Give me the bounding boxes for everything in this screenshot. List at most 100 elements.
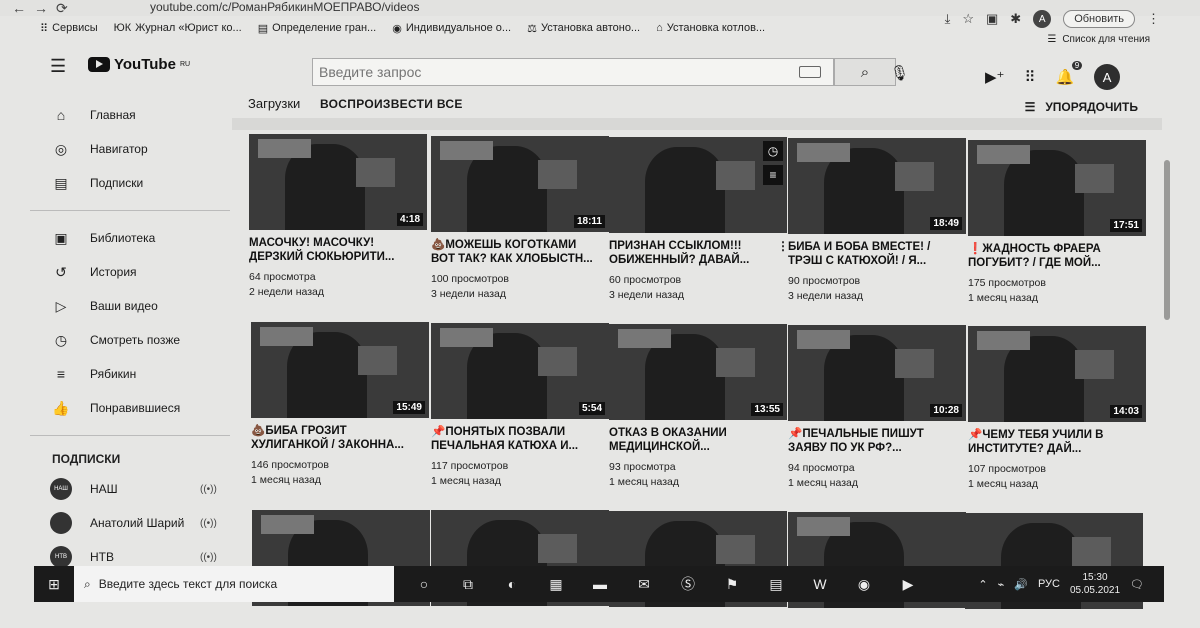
word-icon[interactable]: W	[808, 572, 832, 596]
video-thumbnail[interactable]: 10:28	[788, 325, 966, 421]
video-card[interactable]: 4:18 МАСОЧКУ! МАСОЧКУ! ДЕРЗКИЙ СЮКЬЮРИТИ…	[249, 134, 427, 300]
notifications-bell-icon[interactable]: 🔔 9	[1055, 61, 1083, 86]
flag-icon[interactable]: ⚑	[720, 572, 744, 596]
extension-icon[interactable]: ▣	[986, 11, 998, 27]
video-thumbnail[interactable]: 5:54	[431, 323, 609, 419]
sidebar-item-library[interactable]: ▣ Библиотека	[30, 221, 230, 255]
video-thumbnail[interactable]: 18:49	[788, 138, 966, 234]
channel-name: Анатолий Шарий	[90, 516, 185, 530]
windows-start-icon[interactable]: ⊞	[34, 576, 74, 593]
update-button[interactable]: Обновить	[1063, 10, 1135, 28]
bookmark-boilers[interactable]: ⌂ Установка котлов...	[656, 22, 765, 34]
video-thumbnail[interactable]: 13:55	[609, 324, 787, 420]
video-card[interactable]: 18:11 💩МОЖЕШЬ КОГОТКАМИ ВОТ ТАК? КАК ХЛО…	[431, 136, 609, 302]
search-button[interactable]: ⌕	[834, 58, 896, 86]
scrollbar[interactable]	[1164, 160, 1170, 320]
menu-icon[interactable]: ⋮	[1147, 11, 1160, 27]
tray-arrow-icon[interactable]: ⌃	[978, 578, 987, 591]
hamburger-menu-icon[interactable]: ☰	[50, 56, 66, 77]
sort-button[interactable]: ☰ УПОРЯДОЧИТЬ	[1025, 100, 1138, 114]
sidebar-item-history[interactable]: ↺ История	[30, 255, 230, 289]
language-indicator[interactable]: РУС	[1038, 578, 1060, 590]
video-card[interactable]: 13:55 ОТКАЗ В ОКАЗАНИИ МЕДИЦИНСКОЙ... 93…	[609, 324, 787, 490]
media-player-icon[interactable]: ▶	[896, 572, 920, 596]
sidebar-item-your-videos[interactable]: ▷ Ваши видео	[30, 289, 230, 323]
video-title[interactable]: МАСОЧКУ! МАСОЧКУ! ДЕРЗКИЙ СЮКЬЮРИТИ...	[249, 236, 427, 264]
reading-list[interactable]: ☰ Список для чтения	[1047, 34, 1150, 45]
search-input[interactable]	[313, 59, 799, 85]
folder-icon[interactable]: ▬	[588, 572, 612, 596]
chrome-icon[interactable]: ◉	[852, 572, 876, 596]
video-title[interactable]: ПРИЗНАН ССЫКЛОМ!!! ОБИЖЕННЫЙ? ДАВАЙ...	[609, 239, 787, 267]
video-card[interactable]: 15:49 💩БИБА ГРОЗИТ ХУЛИГАНКОЙ / ЗАКОННА.…	[251, 322, 429, 488]
video-title[interactable]: 💩МОЖЕШЬ КОГОТКАМИ ВОТ ТАК? КАК ХЛОБЫСТН.…	[431, 238, 609, 266]
bookmark-journal[interactable]: ЮК Журнал «Юрист ко...	[114, 22, 242, 34]
uploads-label[interactable]: Загрузки	[248, 96, 300, 111]
gift-icon[interactable]: ▦	[544, 572, 568, 596]
browser-nav-buttons[interactable]: ←→⟳	[12, 0, 76, 17]
subscriptions-heading: ПОДПИСКИ	[52, 452, 121, 466]
account-avatar[interactable]: A	[1094, 64, 1121, 90]
skype-icon[interactable]: Ⓢ	[676, 572, 700, 596]
video-title[interactable]: 💩БИБА ГРОЗИТ ХУЛИГАНКОЙ / ЗАКОННА...	[251, 424, 429, 452]
video-thumbnail[interactable]: ◷ ≡	[609, 137, 787, 233]
microphone-icon[interactable]: 🎙	[890, 64, 909, 82]
search-box[interactable]	[312, 58, 834, 86]
video-title[interactable]: ОТКАЗ В ОКАЗАНИИ МЕДИЦИНСКОЙ...	[609, 426, 787, 454]
install-icon[interactable]: ⤓	[945, 11, 951, 27]
youtube-logo[interactable]: YouTube RU	[88, 56, 190, 73]
star-icon[interactable]: ☆	[962, 11, 974, 27]
bookmark-definition[interactable]: ▤ Определение гран...	[258, 22, 377, 35]
video-thumbnail[interactable]: 14:03	[968, 326, 1146, 422]
bookmark-install[interactable]: ⚖ Установка автоно...	[527, 22, 640, 35]
bookmark-services[interactable]: ⠿ Сервисы	[40, 22, 98, 35]
bookmark-individual[interactable]: ◉ Индивидуальное о...	[392, 22, 511, 35]
video-title[interactable]: 📌ЧЕМУ ТЕБЯ УЧИЛИ В ИНСТИТУТЕ? ДАЙ...	[968, 428, 1146, 456]
cortana-icon[interactable]: ○	[412, 572, 436, 596]
network-icon[interactable]: ⌁	[998, 578, 1005, 591]
video-card[interactable]: 17:51 ❗ЖАДНОСТЬ ФРАЕРА ПОГУБИТ? / ГДЕ МО…	[968, 140, 1146, 306]
sidebar-item-watch-later[interactable]: ◷ Смотреть позже	[30, 323, 230, 357]
play-all-button[interactable]: ВОСПРОИЗВЕСТИ ВСЕ	[320, 97, 463, 111]
sidebar-item-liked[interactable]: 👍 Понравившиеся	[30, 391, 230, 425]
notifications-icon[interactable]: 🗨	[1130, 578, 1144, 591]
volume-icon[interactable]: 🔊	[1014, 578, 1028, 591]
video-age: 1 месяц назад	[968, 292, 1038, 304]
video-thumbnail[interactable]: 15:49	[251, 322, 429, 418]
sidebar-item-subscriptions[interactable]: ▤ Подписки	[30, 166, 230, 200]
store-icon[interactable]: ▤	[764, 572, 788, 596]
video-card[interactable]: 5:54 📌ПОНЯТЫХ ПОЗВАЛИ ПЕЧАЛЬНАЯ КАТЮХА И…	[431, 323, 609, 489]
video-card[interactable]: 10:28 📌ПЕЧАЛЬНЫЕ ПИШУТ ЗАЯВУ ПО УК РФ?..…	[788, 325, 966, 491]
mail-icon[interactable]: ✉	[632, 572, 656, 596]
create-video-icon[interactable]: ▶⁺	[985, 68, 1004, 86]
video-card[interactable]: 18:49 БИБА И БОБА ВМЕСТЕ! / ТРЭШ С КАТЮХ…	[788, 138, 966, 304]
video-thumbnail[interactable]: 18:11	[431, 136, 609, 232]
profile-avatar[interactable]: A	[1033, 10, 1052, 28]
clock[interactable]: 15:30 05.05.2021	[1070, 571, 1120, 597]
subscription-channel[interactable]: НАШ НАШ ((•))	[30, 472, 230, 506]
sidebar-item-explore[interactable]: ◎ Навигатор	[30, 132, 230, 166]
url-text[interactable]: youtube.com/c/РоманРябикинМОЕПРАВО/video…	[150, 0, 419, 14]
sidebar-item-home[interactable]: ⌂ Главная	[30, 98, 230, 132]
video-thumbnail[interactable]: 17:51	[968, 140, 1146, 236]
live-icon: ((•))	[200, 551, 217, 563]
video-card[interactable]: 14:03 📌ЧЕМУ ТЕБЯ УЧИЛИ В ИНСТИТУТЕ? ДАЙ.…	[968, 326, 1146, 492]
task-view-icon[interactable]: ⧉	[456, 572, 480, 596]
sidebar-item-playlist[interactable]: ≡ Рябикин	[30, 357, 230, 391]
video-title[interactable]: ❗ЖАДНОСТЬ ФРАЕРА ПОГУБИТ? / ГДЕ МОЙ...	[968, 242, 1146, 270]
video-thumbnail[interactable]: 4:18	[249, 134, 427, 230]
video-title[interactable]: БИБА И БОБА ВМЕСТЕ! / ТРЭШ С КАТЮХОЙ! / …	[788, 240, 966, 268]
apps-icon[interactable]: ⠿	[1024, 68, 1035, 86]
video-age: 3 недели назад	[431, 288, 506, 300]
puzzle-icon[interactable]: ✱	[1010, 11, 1021, 27]
edge-icon[interactable]: ◐	[500, 572, 524, 596]
subscription-channel[interactable]: Анатолий Шарий ((•))	[30, 506, 230, 540]
header-actions: ▶⁺ ⠿ 🔔 9 A	[985, 61, 1121, 90]
keyboard-icon[interactable]	[799, 66, 821, 78]
watch-later-icon[interactable]: ◷	[763, 141, 783, 161]
video-card[interactable]: ◷ ≡ ПРИЗНАН ССЫКЛОМ!!! ОБИЖЕННЫЙ? ДАВАЙ..…	[609, 137, 789, 303]
video-title[interactable]: 📌ПЕЧАЛЬНЫЕ ПИШУТ ЗАЯВУ ПО УК РФ?...	[788, 427, 966, 455]
video-title[interactable]: 📌ПОНЯТЫХ ПОЗВАЛИ ПЕЧАЛЬНАЯ КАТЮХА И...	[431, 425, 609, 453]
add-to-queue-icon[interactable]: ≡	[763, 165, 783, 185]
taskbar-search[interactable]: ⌕ Введите здесь текст для поиска	[74, 566, 394, 602]
